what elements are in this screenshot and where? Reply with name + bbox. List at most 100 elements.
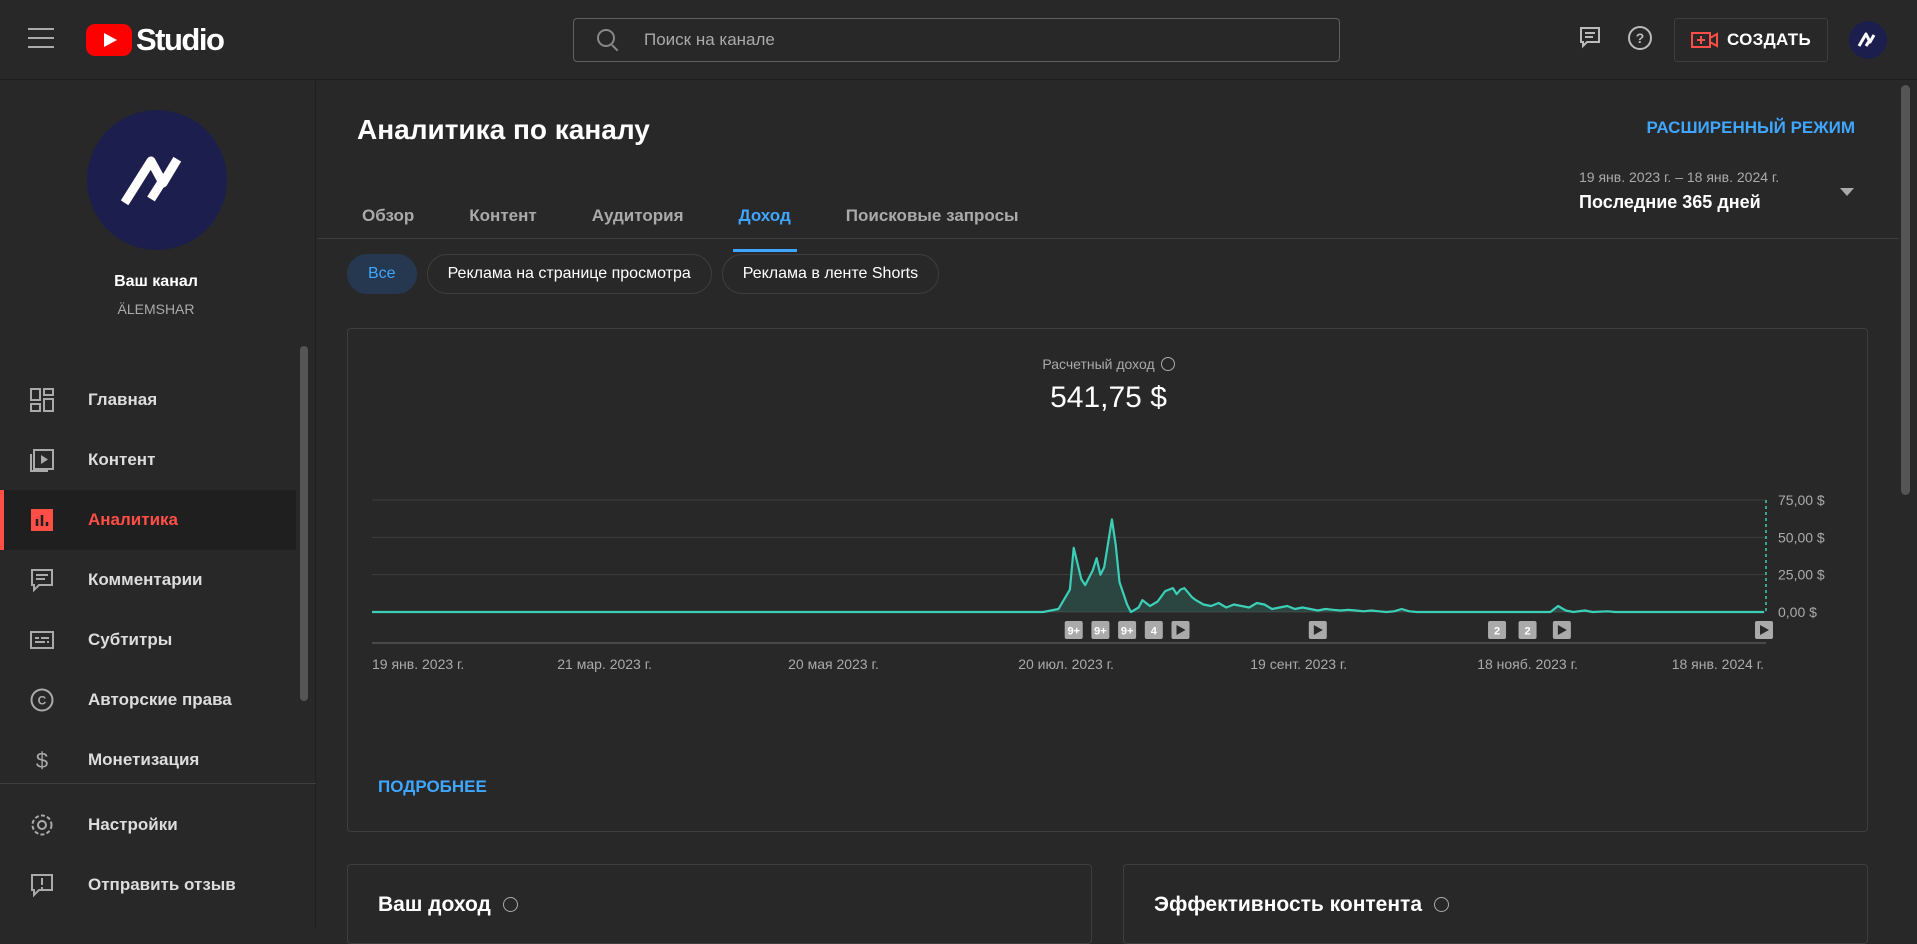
main-content: Аналитика по каналу РАСШИРЕННЫЙ РЕЖИМ 19… [317, 81, 1899, 944]
sidebar-divider [0, 783, 316, 784]
x-tick-label: 19 сент. 2023 г. [1250, 656, 1347, 672]
analytics-tabs: Обзор Контент Аудитория Доход Поисковые … [362, 196, 1074, 252]
page-title: Аналитика по каналу [357, 114, 650, 145]
tabs-divider [317, 238, 1899, 239]
sidebar-item-monetization[interactable]: $ Монетизация [0, 730, 296, 790]
account-avatar[interactable] [1849, 21, 1887, 59]
sidebar-item-comments[interactable]: Комментарии [0, 550, 296, 610]
create-button[interactable]: СОЗДАТЬ [1674, 18, 1828, 62]
filter-chips: Все Реклама на странице просмотра Реклам… [347, 254, 949, 294]
search-icon[interactable] [596, 28, 620, 52]
svg-text:$: $ [36, 748, 48, 773]
tab-audience[interactable]: Аудитория [592, 196, 684, 252]
sidebar-item-feedback[interactable]: Отправить отзыв [0, 855, 296, 915]
sidebar-item-label: Аналитика [88, 510, 178, 529]
sidebar-item-label: Монетизация [88, 750, 200, 769]
sidebar-item-content[interactable]: Контент [0, 430, 296, 490]
sidebar-scrollbar[interactable] [300, 346, 308, 701]
channel-title: Ваш канал [114, 273, 198, 290]
y-tick-label: 50,00 $ [1778, 529, 1825, 545]
chip-shorts-feed-ads[interactable]: Реклама в ленте Shorts [721, 254, 940, 294]
sidebar-item-settings[interactable]: Настройки [0, 795, 296, 855]
dashboard-icon [30, 388, 54, 412]
youtube-studio-logo[interactable]: Studio [86, 22, 225, 58]
sidebar-item-copyright[interactable]: C Авторские права [0, 670, 296, 730]
sidebar: Ваш канал ÄLEMSHAR Главная Контент Анали… [0, 81, 316, 928]
your-revenue-title: Ваш доход [378, 893, 491, 916]
gear-icon [31, 814, 53, 836]
sidebar-item-label: Субтитры [88, 630, 173, 649]
sidebar-item-label: Авторские права [88, 690, 232, 709]
tab-overview[interactable]: Обзор [362, 196, 414, 252]
x-tick-label: 18 нояб. 2023 г. [1477, 656, 1578, 672]
svg-text:?: ? [1636, 30, 1645, 46]
video-camera-icon [1691, 32, 1718, 48]
chip-watch-page-ads[interactable]: Реклама на странице просмотра [426, 254, 712, 294]
dollar-icon: $ [36, 748, 48, 773]
notes-icon[interactable] [1576, 24, 1604, 52]
svg-text:C: C [38, 694, 47, 708]
video-marker-label: 2 [1494, 626, 1500, 638]
video-marker-label: 9+ [1094, 626, 1107, 638]
feedback-icon [31, 874, 53, 898]
video-marker-label: 4 [1151, 626, 1158, 638]
sidebar-item-subtitles[interactable]: Субтитры [0, 610, 296, 670]
youtube-play-icon [86, 24, 132, 56]
search-input[interactable] [644, 30, 1294, 50]
metric-value: 541,75 $ [1050, 381, 1167, 414]
x-tick-label: 20 июл. 2023 г. [1018, 656, 1114, 672]
date-range-text: 19 янв. 2023 г. – 18 янв. 2024 г. [1579, 169, 1780, 185]
comments-icon [31, 569, 53, 593]
metric-label-row: Расчетный доход [348, 356, 1869, 372]
copyright-icon: C [30, 688, 54, 712]
sidebar-item-label: Комментарии [88, 570, 203, 589]
sidebar-item-label: Настройки [88, 815, 178, 834]
sidebar-item-analytics[interactable]: Аналитика [0, 490, 296, 550]
x-tick-label: 18 янв. 2024 г. [1672, 656, 1764, 672]
metric-label: Расчетный доход [1042, 356, 1155, 372]
tab-content[interactable]: Контент [469, 196, 536, 252]
sidebar-item-label: Контент [88, 450, 156, 469]
revenue-chart-card: Расчетный доход 541,75 $ 75,00 $ 50,00 $ 2… [347, 328, 1868, 832]
clock-icon[interactable] [1434, 897, 1450, 912]
content-performance-card: Эффективность контента [1123, 864, 1868, 944]
y-tick-label: 75,00 $ [1778, 492, 1825, 508]
help-icon[interactable]: ? [1626, 24, 1654, 52]
clock-icon[interactable] [502, 897, 518, 912]
your-revenue-card: Ваш доход [347, 864, 1092, 944]
sidebar-item-dashboard[interactable]: Главная [0, 370, 296, 430]
chevron-down-icon[interactable] [1840, 188, 1854, 196]
hamburger-menu-icon[interactable] [28, 28, 54, 50]
video-marker-label: 2 [1524, 626, 1530, 638]
revenue-area [372, 519, 1764, 612]
video-marker-label: 9+ [1121, 626, 1134, 638]
more-details-link[interactable]: ПОДРОБНЕЕ [378, 777, 487, 797]
search-bar [573, 18, 1340, 62]
logo-text: Studio [136, 22, 225, 57]
content-icon [30, 449, 54, 472]
y-tick-label: 25,00 $ [1778, 567, 1825, 583]
your-revenue-title-row: Ваш доход [378, 893, 518, 917]
x-tick-label: 20 мая 2023 г. [788, 656, 879, 672]
revenue-line-chart[interactable]: 75,00 $ 50,00 $ 25,00 $ 0,00 $ 9+ 9+ 9+ 4 2 2 19 я… [348, 479, 1869, 739]
x-tick-label: 21 мар. 2023 г. [557, 656, 652, 672]
content-performance-title: Эффективность контента [1154, 893, 1423, 916]
chip-all[interactable]: Все [347, 254, 417, 294]
create-label: СОЗДАТЬ [1727, 30, 1811, 49]
advanced-mode-link[interactable]: РАСШИРЕННЫЙ РЕЖИМ [1646, 118, 1855, 138]
x-tick-label: 19 янв. 2023 г. [372, 656, 464, 672]
sidebar-item-label: Отправить отзыв [88, 875, 236, 894]
subtitles-icon [30, 631, 54, 649]
video-marker-label: 9+ [1067, 626, 1080, 638]
content-performance-title-row: Эффективность контента [1154, 893, 1450, 917]
tab-search-queries[interactable]: Поисковые запросы [846, 196, 1019, 252]
sidebar-item-label: Главная [88, 390, 158, 409]
tab-revenue[interactable]: Доход [732, 196, 798, 252]
clock-icon[interactable] [1160, 357, 1175, 371]
channel-avatar[interactable] [87, 110, 227, 250]
y-tick-label: 0,00 $ [1778, 604, 1817, 620]
analytics-icon [31, 509, 53, 531]
main-scrollbar[interactable] [1901, 85, 1910, 495]
channel-handle: ÄLEMSHAR [117, 301, 195, 317]
date-range-label[interactable]: Последние 365 дней [1579, 192, 1761, 213]
